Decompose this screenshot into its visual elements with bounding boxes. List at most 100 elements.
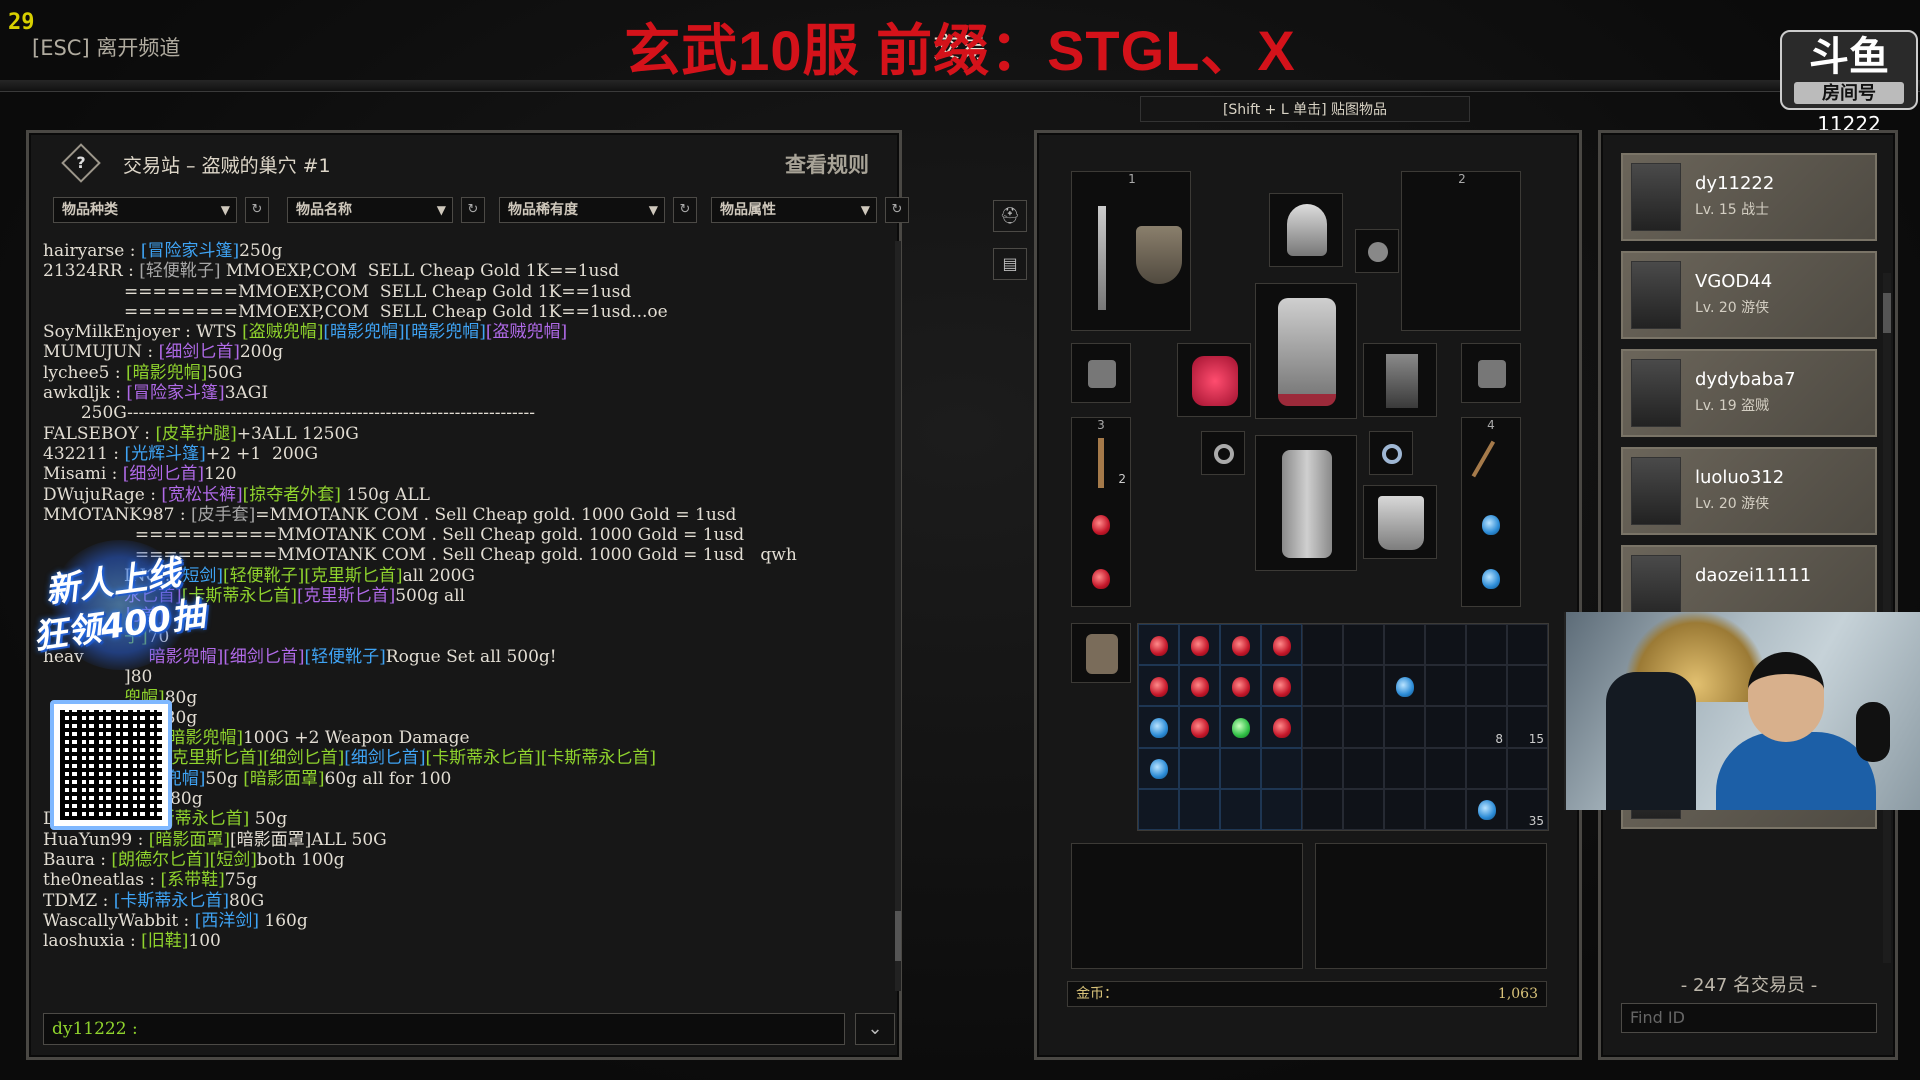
- inventory-cell[interactable]: [1261, 788, 1302, 830]
- chest-slot[interactable]: [1255, 283, 1357, 419]
- item-link[interactable]: [卡斯蒂永匕首]: [426, 748, 541, 768]
- stash-panel-left[interactable]: [1071, 843, 1303, 969]
- necklace-slot[interactable]: [1355, 229, 1399, 273]
- inventory-cell[interactable]: 15: [1507, 706, 1548, 748]
- utility-slot-right[interactable]: [1461, 343, 1521, 403]
- inventory-cell[interactable]: [1343, 788, 1384, 830]
- inventory-cell[interactable]: [1261, 706, 1302, 748]
- reset-icon[interactable]: ↻: [673, 197, 697, 223]
- item-link[interactable]: [冒险家斗篷]: [126, 383, 224, 403]
- item-link[interactable]: [轻便靴子]: [223, 566, 304, 586]
- inventory-cell[interactable]: [1425, 747, 1466, 789]
- item-link[interactable]: [光辉斗篷]: [124, 444, 205, 464]
- inventory-cell[interactable]: [1384, 747, 1425, 789]
- filter-item-rarity[interactable]: 物品稀有度 ▼: [499, 197, 665, 223]
- help-icon[interactable]: ?: [61, 143, 101, 183]
- backpack-slot[interactable]: [1071, 623, 1131, 683]
- item-link[interactable]: [卡斯蒂永匕首]: [114, 891, 229, 911]
- inventory-cell[interactable]: [1302, 665, 1343, 707]
- item-link[interactable]: [宽松长裤]: [161, 485, 242, 505]
- inventory-cell[interactable]: [1302, 788, 1343, 830]
- inventory-cell[interactable]: [1261, 624, 1302, 666]
- inventory-cell[interactable]: [1466, 788, 1507, 830]
- inventory-cell[interactable]: [1302, 624, 1343, 666]
- scroll-thumb[interactable]: [1883, 293, 1891, 333]
- helmet-slot[interactable]: [1269, 193, 1343, 267]
- inventory-cell[interactable]: [1220, 706, 1261, 748]
- inventory-cell[interactable]: 35: [1507, 788, 1548, 830]
- inventory-cell[interactable]: [1507, 747, 1548, 789]
- item-link[interactable]: [盗贼兜帽]: [242, 322, 323, 342]
- inventory-cell[interactable]: [1384, 706, 1425, 748]
- trader-card[interactable]: dydybaba7 Lv. 19 盗贼: [1621, 349, 1877, 437]
- legs-slot[interactable]: [1255, 435, 1357, 571]
- item-link[interactable]: [细剑匕首]: [344, 748, 425, 768]
- inventory-cell[interactable]: [1138, 624, 1179, 666]
- inventory-cell[interactable]: [1425, 624, 1466, 666]
- inventory-cell[interactable]: [1384, 665, 1425, 707]
- inventory-cell[interactable]: [1261, 747, 1302, 789]
- item-link[interactable]: [暗影兜帽]: [323, 322, 404, 342]
- filter-item-name[interactable]: 物品名称 ▼: [287, 197, 453, 223]
- inventory-cell[interactable]: [1179, 747, 1220, 789]
- chest-tab-icon[interactable]: ▤: [993, 248, 1027, 280]
- gloves-slot[interactable]: [1177, 343, 1251, 417]
- inventory-cell[interactable]: [1138, 706, 1179, 748]
- inventory-cell[interactable]: [1384, 624, 1425, 666]
- inventory-cell[interactable]: [1343, 706, 1384, 748]
- utility-slot-left[interactable]: [1071, 343, 1131, 403]
- item-link[interactable]: [细剑匕首]: [159, 342, 240, 362]
- helmet-tab-icon[interactable]: ⛑: [993, 200, 1027, 232]
- weapon-slot-1[interactable]: 1: [1071, 171, 1191, 331]
- item-link[interactable]: [旧鞋]: [141, 931, 188, 951]
- inventory-cell[interactable]: [1220, 747, 1261, 789]
- inventory-cell[interactable]: [1179, 788, 1220, 830]
- quick-slot-4[interactable]: 4: [1461, 417, 1521, 607]
- item-link[interactable]: [朗德尔匕首]: [111, 850, 209, 870]
- item-link[interactable]: [细剑匕首]: [123, 464, 204, 484]
- reset-icon[interactable]: ↻: [885, 197, 909, 223]
- item-link[interactable]: [皮手套]: [191, 505, 255, 525]
- item-link[interactable]: [卡斯蒂永匕首]: [541, 748, 656, 768]
- ring-slot-right[interactable]: [1369, 431, 1413, 475]
- item-link[interactable]: [克里斯匕首]: [297, 586, 395, 606]
- item-link[interactable]: [短剑]: [210, 850, 257, 870]
- inventory-cell[interactable]: [1179, 706, 1220, 748]
- inventory-cell[interactable]: [1466, 665, 1507, 707]
- inventory-cell[interactable]: [1343, 665, 1384, 707]
- item-link[interactable]: [细剑匕首]: [263, 748, 344, 768]
- item-link[interactable]: [克里斯匕首]: [304, 566, 402, 586]
- chat-input[interactable]: dy11222 :: [43, 1013, 845, 1045]
- stash-panel-right[interactable]: [1315, 843, 1547, 969]
- weapon-slot-2[interactable]: 2: [1401, 171, 1521, 331]
- inventory-cell[interactable]: [1384, 788, 1425, 830]
- item-link[interactable]: [皮革护腿]: [155, 424, 236, 444]
- boots-slot[interactable]: [1363, 485, 1437, 559]
- filter-item-type[interactable]: 物品种类 ▼: [53, 197, 237, 223]
- inventory-cell[interactable]: [1343, 747, 1384, 789]
- trader-card[interactable]: dy11222 Lv. 15 战士: [1621, 153, 1877, 241]
- item-link[interactable]: [轻便靴子]: [139, 261, 220, 281]
- inventory-cell[interactable]: [1302, 747, 1343, 789]
- item-link[interactable]: [细剑匕首]: [223, 647, 304, 667]
- item-link[interactable]: [暗影兜帽]: [126, 363, 207, 383]
- item-link[interactable]: [冒险家斗篷]: [141, 241, 239, 261]
- quick-slot-3[interactable]: 3 2: [1071, 417, 1131, 607]
- inventory-cell[interactable]: [1138, 665, 1179, 707]
- inventory-cell[interactable]: [1220, 665, 1261, 707]
- inventory-cell[interactable]: [1343, 624, 1384, 666]
- inventory-cell[interactable]: [1220, 788, 1261, 830]
- inventory-cell[interactable]: [1138, 788, 1179, 830]
- find-id-input[interactable]: Find ID: [1621, 1003, 1877, 1033]
- ring-slot-left[interactable]: [1201, 431, 1245, 475]
- inventory-cell[interactable]: [1302, 706, 1343, 748]
- reset-icon[interactable]: ↻: [245, 197, 269, 223]
- item-link[interactable]: [盗贼兜帽]: [486, 322, 567, 342]
- item-link[interactable]: [西洋剑]: [195, 911, 259, 931]
- inventory-cell[interactable]: [1425, 706, 1466, 748]
- inventory-cell[interactable]: [1466, 747, 1507, 789]
- trader-card[interactable]: luoluo312 Lv. 20 游侠: [1621, 447, 1877, 535]
- trader-card[interactable]: VGOD44 Lv. 20 游侠: [1621, 251, 1877, 339]
- inventory-cell[interactable]: [1179, 624, 1220, 666]
- inventory-cell[interactable]: [1507, 665, 1548, 707]
